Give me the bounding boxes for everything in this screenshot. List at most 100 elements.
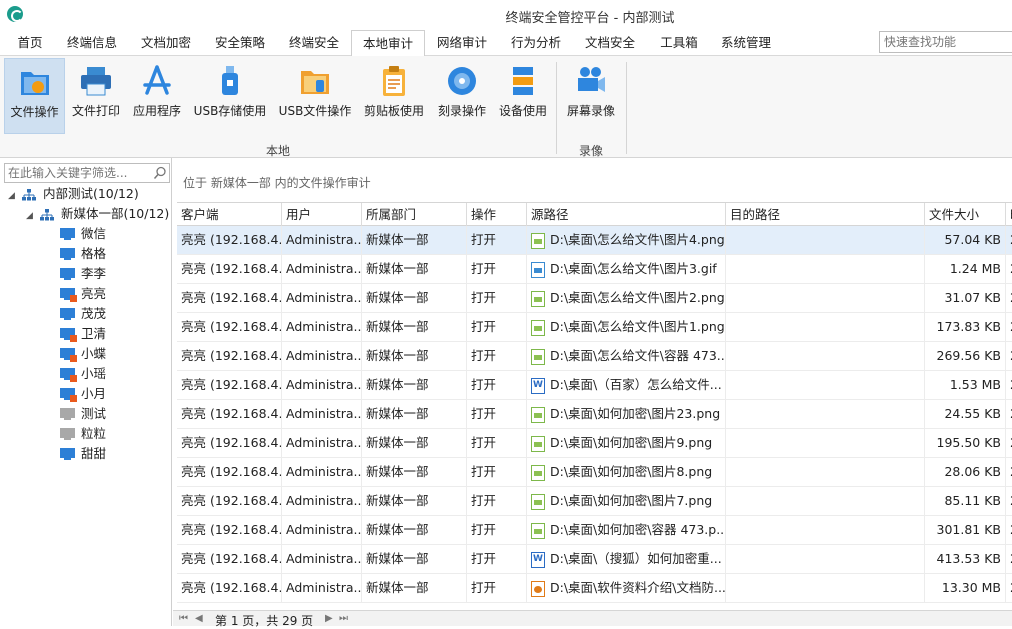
file-print-label: 文件打印 xyxy=(71,104,120,118)
tab-doc-security[interactable]: 文档安全 xyxy=(578,30,642,56)
cell-client: 亮亮 (192.168.4... xyxy=(177,458,282,486)
cell-time: 2 xyxy=(1006,226,1012,254)
cell-dst xyxy=(726,371,925,399)
tree-endpoint-item[interactable]: 格格 xyxy=(60,244,106,264)
quick-search-input[interactable] xyxy=(879,31,1012,53)
clipboard-button[interactable]: 剪贴板使用 xyxy=(360,58,428,134)
cell-size: 13.30 MB xyxy=(925,574,1006,602)
cell-user: Administra... xyxy=(282,458,362,486)
png-file-icon xyxy=(531,464,545,481)
table-row[interactable]: 亮亮 (192.168.4...Administra...新媒体一部打开 D:\桌… xyxy=(177,400,1012,429)
tree-endpoint-item[interactable]: 卫清 xyxy=(60,324,106,344)
source-path-text: D:\桌面\（百家）怎么给文件... xyxy=(550,377,722,392)
table-row[interactable]: 亮亮 (192.168.4...Administra...新媒体一部打开 D:\桌… xyxy=(177,284,1012,313)
cell-size: 85.11 KB xyxy=(925,487,1006,515)
tab-security-policy[interactable]: 安全策略 xyxy=(208,30,272,56)
cell-src: D:\桌面\（百家）怎么给文件... xyxy=(527,371,726,399)
table-row[interactable]: 亮亮 (192.168.4...Administra...新媒体一部打开 D:\桌… xyxy=(177,313,1012,342)
cell-op: 打开 xyxy=(467,516,527,544)
tree-endpoint-item[interactable]: 测试 xyxy=(60,404,106,424)
source-path-text: D:\桌面\软件资料介绍\文档防... xyxy=(550,580,726,595)
table-row[interactable]: 亮亮 (192.168.4...Administra...新媒体一部打开 D:\桌… xyxy=(177,255,1012,284)
cell-size: 24.55 KB xyxy=(925,400,1006,428)
cell-time: 2 xyxy=(1006,400,1012,428)
table-row[interactable]: 亮亮 (192.168.4...Administra...新媒体一部打开 D:\桌… xyxy=(177,487,1012,516)
tab-local-audit[interactable]: 本地审计 xyxy=(351,30,425,57)
cell-src: D:\桌面\怎么给文件\容器 473... xyxy=(527,342,726,370)
next-page-icon[interactable]: ▶ xyxy=(325,613,333,624)
tree-endpoint-item[interactable]: 微信 xyxy=(60,224,106,244)
tab-network-audit[interactable]: 网络审计 xyxy=(430,30,494,56)
tree-endpoint-label: 小月 xyxy=(81,386,107,401)
file-print-button[interactable]: 文件打印 xyxy=(66,58,126,134)
table-row[interactable]: 亮亮 (192.168.4...Administra...新媒体一部打开 D:\桌… xyxy=(177,516,1012,545)
tab-endpoint-security[interactable]: 终端安全 xyxy=(282,30,346,56)
cell-op: 打开 xyxy=(467,371,527,399)
screen-recording-label: 屏幕录像 xyxy=(566,104,615,118)
cell-size: 173.83 KB xyxy=(925,313,1006,341)
table-row[interactable]: 亮亮 (192.168.4...Administra...新媒体一部打开 D:\桌… xyxy=(177,458,1012,487)
tree-endpoint-item[interactable]: 小月 xyxy=(60,384,106,404)
usb-file-operation-button[interactable]: USB文件操作 xyxy=(276,58,354,134)
tab-behavior-analysis[interactable]: 行为分析 xyxy=(504,30,568,56)
tree-endpoint-item[interactable]: 小瑶 xyxy=(60,364,106,384)
endpoint-tree-panel: ◢ 内部测试(10/12) ◢ 新媒体一部(10/12) 微信格格李李亮亮茂茂卫… xyxy=(0,158,172,626)
tree-endpoint-item[interactable]: 小蝶 xyxy=(60,344,106,364)
tree-node-dept[interactable]: ◢ 新媒体一部(10/12) xyxy=(26,204,169,224)
column-header-operation[interactable]: 操作 xyxy=(467,203,527,226)
column-header-user[interactable]: 用户 xyxy=(282,203,362,226)
png-file-icon xyxy=(531,406,545,423)
column-header-file-size[interactable]: 文件大小 xyxy=(925,203,1006,226)
disc-burn-label: 刻录操作 xyxy=(437,104,486,118)
usb-storage-button[interactable]: USB存储使用 xyxy=(190,58,270,134)
first-page-icon[interactable]: ⏮ xyxy=(179,613,188,624)
table-row[interactable]: 亮亮 (192.168.4...Administra...新媒体一部打开 D:\桌… xyxy=(177,342,1012,371)
prev-page-icon[interactable]: ◀ xyxy=(195,613,203,624)
org-chart-icon xyxy=(39,208,54,220)
column-header-time[interactable]: 时 xyxy=(1006,203,1012,226)
device-usage-button[interactable]: 设备使用 xyxy=(494,58,552,134)
tree-endpoint-label: 亮亮 xyxy=(81,286,107,301)
cell-src: D:\桌面\如何加密\容器 473.p... xyxy=(527,516,726,544)
cell-user: Administra... xyxy=(282,255,362,283)
search-icon[interactable] xyxy=(153,166,167,180)
png-file-icon xyxy=(531,232,545,249)
tree-endpoint-item[interactable]: 李李 xyxy=(60,264,106,284)
column-header-source-path[interactable]: 源路径 xyxy=(527,203,726,226)
computer-icon xyxy=(60,268,75,281)
collapse-arrow-icon[interactable]: ◢ xyxy=(26,206,36,226)
tab-endpoint-info[interactable]: 终端信息 xyxy=(60,30,124,56)
cell-op: 打开 xyxy=(467,400,527,428)
tree-endpoint-item[interactable]: 茂茂 xyxy=(60,304,106,324)
column-header-client[interactable]: 客户端 xyxy=(177,203,282,226)
table-row[interactable]: 亮亮 (192.168.4...Administra...新媒体一部打开 D:\桌… xyxy=(177,371,1012,400)
tab-doc-encryption[interactable]: 文档加密 xyxy=(134,30,198,56)
table-row[interactable]: 亮亮 (192.168.4...Administra...新媒体一部打开 D:\桌… xyxy=(177,574,1012,603)
application-button[interactable]: 应用程序 xyxy=(128,58,186,134)
file-operation-button[interactable]: 文件操作 xyxy=(4,58,65,134)
table-row[interactable]: 亮亮 (192.168.4...Administra...新媒体一部打开 D:\桌… xyxy=(177,545,1012,574)
tree-endpoint-item[interactable]: 亮亮 xyxy=(60,284,106,304)
table-row[interactable]: 亮亮 (192.168.4...Administra...新媒体一部打开 D:\桌… xyxy=(177,429,1012,458)
source-path-text: D:\桌面\如何加密\图片8.png xyxy=(550,464,713,479)
column-header-dest-path[interactable]: 目的路径 xyxy=(726,203,925,226)
computer-icon xyxy=(60,248,75,261)
tree-endpoint-item[interactable]: 甜甜 xyxy=(60,444,106,464)
cell-dept: 新媒体一部 xyxy=(362,429,467,457)
tree-node-root[interactable]: ◢ 内部测试(10/12) xyxy=(8,184,139,204)
last-page-icon[interactable]: ⏭ xyxy=(339,613,348,624)
tab-home[interactable]: 首页 xyxy=(6,30,54,56)
tab-system-management[interactable]: 系统管理 xyxy=(714,30,778,56)
page-indicator: 第 1 页，共 29 页 xyxy=(215,614,314,628)
table-row[interactable]: 亮亮 (192.168.4...Administra...新媒体一部打开 D:\桌… xyxy=(177,226,1012,255)
cell-src: D:\桌面\软件资料介绍\文档防... xyxy=(527,574,726,602)
tab-toolbox[interactable]: 工具箱 xyxy=(652,30,706,56)
tree-endpoint-item[interactable]: 粒粒 xyxy=(60,424,106,444)
tree-filter-input[interactable] xyxy=(5,164,151,182)
column-header-department[interactable]: 所属部门 xyxy=(362,203,467,226)
computer-icon xyxy=(60,288,77,302)
cell-dst xyxy=(726,342,925,370)
collapse-arrow-icon[interactable]: ◢ xyxy=(8,186,18,206)
disc-burn-button[interactable]: 刻录操作 xyxy=(432,58,492,134)
screen-recording-button[interactable]: 屏幕录像 xyxy=(562,58,620,134)
